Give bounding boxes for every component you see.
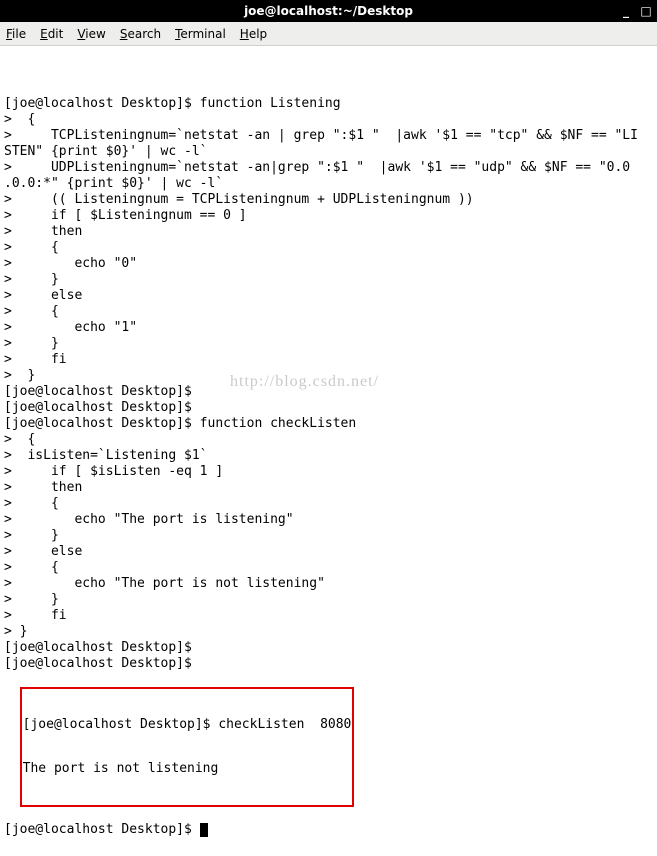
minimize-button[interactable]: _ <box>617 3 635 19</box>
titlebar: joe@localhost:~/Desktop _ □ <box>0 0 657 22</box>
menu-view[interactable]: View <box>77 27 105 41</box>
terminal-area[interactable]: http://blog.csdn.net/ [joe@localhost Des… <box>0 46 657 856</box>
terminal-line: > } <box>4 624 653 640</box>
menubar: File Edit View Search Terminal Help <box>0 22 657 46</box>
terminal-line: > } <box>4 368 653 384</box>
terminal-line: [joe@localhost Desktop]$ checkListen 808… <box>23 717 352 733</box>
terminal-line: > UDPListeningnum=`netstat -an|grep ":$1… <box>4 160 653 176</box>
menu-terminal[interactable]: Terminal <box>175 27 226 41</box>
terminal-line: [joe@localhost Desktop]$ function Listen… <box>4 96 653 112</box>
terminal-line: > echo "The port is listening" <box>4 512 653 528</box>
terminal-line: > echo "1" <box>4 320 653 336</box>
terminal-line: [joe@localhost Desktop]$ <box>4 384 653 400</box>
terminal-line: > { <box>4 432 653 448</box>
terminal-line: > { <box>4 112 653 128</box>
menu-edit[interactable]: Edit <box>40 27 63 41</box>
terminal-line: > echo "The port is not listening" <box>4 576 653 592</box>
terminal-line: [joe@localhost Desktop]$ function checkL… <box>4 416 653 432</box>
prompt: [joe@localhost Desktop]$ <box>4 822 200 837</box>
terminal-line: > { <box>4 496 653 512</box>
terminal-line: STEN" {print $0}' | wc -l` <box>4 144 653 160</box>
terminal-line: [joe@localhost Desktop]$ <box>4 640 653 656</box>
menu-help[interactable]: Help <box>240 27 267 41</box>
terminal-line: > if [ $isListen -eq 1 ] <box>4 464 653 480</box>
highlighted-output: [joe@localhost Desktop]$ checkListen 808… <box>20 687 355 807</box>
terminal-prompt-line: [joe@localhost Desktop]$ <box>4 822 653 838</box>
terminal-line: > else <box>4 288 653 304</box>
terminal-line: [joe@localhost Desktop]$ <box>4 400 653 416</box>
terminal-line: > } <box>4 272 653 288</box>
terminal-line: > (( Listeningnum = TCPListeningnum + UD… <box>4 192 653 208</box>
cursor <box>200 823 208 837</box>
titlebar-controls: _ □ <box>617 3 655 19</box>
terminal-line: > fi <box>4 608 653 624</box>
terminal-line: > { <box>4 240 653 256</box>
terminal-line: > TCPListeningnum=`netstat -an | grep ":… <box>4 128 653 144</box>
terminal-line: > } <box>4 336 653 352</box>
window-title: joe@localhost:~/Desktop <box>244 4 413 18</box>
terminal-line: > then <box>4 224 653 240</box>
terminal-line: [joe@localhost Desktop]$ <box>4 656 653 672</box>
terminal-line: .0.0:*" {print $0}' | wc -l` <box>4 176 653 192</box>
terminal-line: The port is not listening <box>23 761 352 777</box>
terminal-line: > } <box>4 592 653 608</box>
terminal-line: > if [ $Listeningnum == 0 ] <box>4 208 653 224</box>
menu-file[interactable]: File <box>6 27 26 41</box>
terminal-line: > { <box>4 304 653 320</box>
terminal-line: > isListen=`Listening $1` <box>4 448 653 464</box>
terminal-line: > { <box>4 560 653 576</box>
terminal-line: > else <box>4 544 653 560</box>
terminal-output: [joe@localhost Desktop]$ function Listen… <box>4 96 653 672</box>
terminal-line: > echo "0" <box>4 256 653 272</box>
maximize-button[interactable]: □ <box>637 3 655 19</box>
terminal-line: > fi <box>4 352 653 368</box>
menu-search[interactable]: Search <box>120 27 161 41</box>
terminal-line: > } <box>4 528 653 544</box>
terminal-line: > then <box>4 480 653 496</box>
